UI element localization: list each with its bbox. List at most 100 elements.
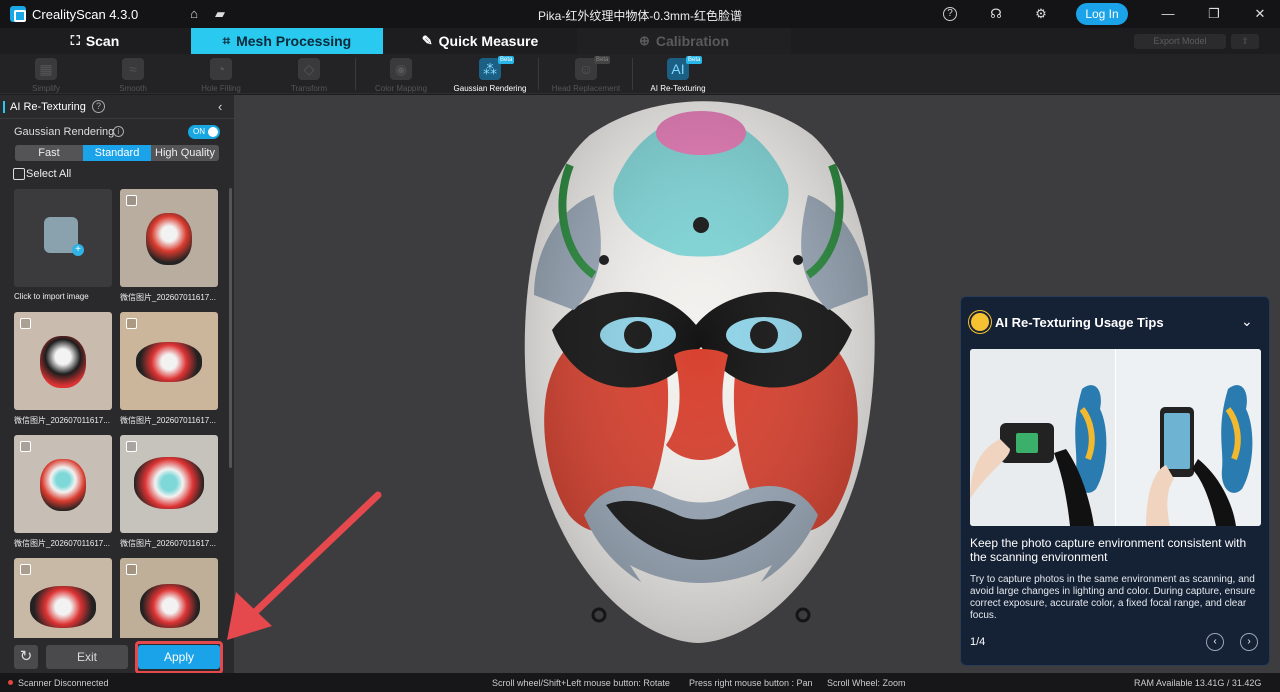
image-checkbox[interactable] xyxy=(20,318,31,329)
share-icon: ⇧ xyxy=(1241,36,1249,46)
app-window: CrealityScan 4.3.0 ⌂ ▰ Pika-红外纹理中物体-0.3m… xyxy=(0,0,1280,692)
quality-option-high-quality[interactable]: High Quality xyxy=(151,145,219,161)
image-checkbox[interactable] xyxy=(20,564,31,575)
image-caption: 微信图片_202607011617... xyxy=(120,539,216,548)
tool-strip: ▦ Simplify ≈ Smooth ◔ Hole Filling ◇ Transfo… xyxy=(0,54,1280,94)
export-model-button[interactable]: Export Model xyxy=(1134,34,1226,49)
folder-icon[interactable]: ▰ xyxy=(212,6,228,22)
image-thumbnail[interactable] xyxy=(120,312,218,410)
tips-illustration xyxy=(970,349,1261,526)
image-thumbnail[interactable] xyxy=(14,435,112,533)
quality-option-fast[interactable]: Fast xyxy=(15,145,83,161)
image-thumbnail[interactable] xyxy=(14,558,112,638)
close-icon[interactable]: ✕ xyxy=(1250,4,1270,24)
login-button[interactable]: Log In xyxy=(1076,3,1128,25)
tips-heading: Keep the photo capture environment consi… xyxy=(970,536,1247,564)
tab-label: Mesh Processing xyxy=(236,33,352,49)
beta-badge: Beta xyxy=(686,56,703,64)
import-caption: Click to import image xyxy=(14,292,89,301)
image-checkbox[interactable] xyxy=(126,441,137,452)
share-button[interactable]: ⇧ xyxy=(1231,34,1259,49)
tips-title: AI Re-Texturing Usage Tips xyxy=(995,315,1164,330)
main-tab-bar: ⛶ Scan ⌗ Mesh Processing ✎ Quick Measure ⊕ C… xyxy=(0,28,1280,54)
plus-icon: + xyxy=(72,244,84,256)
image-caption: 微信图片_202607011617... xyxy=(120,293,216,302)
tool-hole-filling[interactable]: ◔ Hole Filling xyxy=(175,54,267,94)
chevron-right-icon: › xyxy=(1247,636,1251,647)
headset-icon[interactable]: ☊ xyxy=(988,6,1004,22)
tab-mesh-processing[interactable]: ⌗ Mesh Processing xyxy=(191,28,383,54)
simplify-icon: ▦ xyxy=(35,58,57,80)
tips-prev-button[interactable]: ‹ xyxy=(1206,633,1224,651)
quality-option-standard[interactable]: Standard xyxy=(83,145,151,161)
tab-calibration[interactable]: ⊕ Calibration xyxy=(577,28,791,54)
hint-pan: Press right mouse button : Pan xyxy=(689,678,813,688)
status-indicator-icon xyxy=(8,680,13,685)
info-icon[interactable]: i xyxy=(113,126,124,137)
image-thumbnail[interactable] xyxy=(120,435,218,533)
palette-icon: ◉ xyxy=(390,58,412,80)
smooth-icon: ≈ xyxy=(122,58,144,80)
hole-fill-icon: ◔ xyxy=(210,58,232,80)
image-checkbox[interactable] xyxy=(126,318,137,329)
tool-label: AI Re-Texturing xyxy=(650,84,706,93)
tool-head-replacement[interactable]: ☺ Beta Head Replacement xyxy=(540,54,632,94)
tips-illustration-graphic xyxy=(970,349,1261,526)
image-caption: 微信图片_202607011617... xyxy=(14,416,110,425)
toolbar-divider xyxy=(538,58,539,90)
panel-header: AI Re-Texturing ? ‹ xyxy=(0,95,234,119)
tool-transform[interactable]: ◇ Transform xyxy=(263,54,355,94)
tool-color-mapping[interactable]: ◉ Color Mapping xyxy=(355,54,447,94)
tab-label: Quick Measure xyxy=(438,33,539,49)
import-image-tile[interactable]: + xyxy=(14,189,112,287)
tips-body: Try to capture photos in the same enviro… xyxy=(970,574,1256,621)
tab-quick-measure[interactable]: ✎ Quick Measure xyxy=(384,28,576,54)
scan-icon: ⛶ xyxy=(70,33,80,48)
maximize-icon[interactable]: ❐ xyxy=(1204,4,1224,24)
tool-label: Hole Filling xyxy=(201,84,241,93)
image-caption: 微信图片_202607011617... xyxy=(14,539,110,548)
scrollbar[interactable] xyxy=(229,188,232,468)
select-all-checkbox[interactable] xyxy=(13,168,25,180)
chevron-left-icon: ‹ xyxy=(1213,636,1217,647)
usage-tips-card: AI Re-Texturing Usage Tips ⌄ Keep the ph… xyxy=(960,296,1270,666)
exit-button[interactable]: Exit xyxy=(46,645,128,669)
image-thumbnail[interactable] xyxy=(120,189,218,287)
tab-scan[interactable]: ⛶ Scan xyxy=(0,28,190,54)
ai-retexturing-panel: AI Re-Texturing ? ‹ Gaussian Rendering i… xyxy=(0,95,234,674)
home-icon[interactable]: ⌂ xyxy=(186,6,202,22)
tips-page-indicator: 1/4 xyxy=(970,636,986,648)
gear-icon[interactable]: ⚙ xyxy=(1033,6,1049,22)
help-icon[interactable]: ? xyxy=(92,100,105,113)
image-checkbox[interactable] xyxy=(20,441,31,452)
cube-icon: ◇ xyxy=(298,58,320,80)
tool-smooth[interactable]: ≈ Smooth xyxy=(87,54,179,94)
image-grid: + Click to import image 微信图片_20260701161… xyxy=(0,188,226,638)
chevron-left-icon[interactable]: ‹ xyxy=(218,99,222,114)
tool-label: Gaussian Rendering xyxy=(453,84,527,93)
gaussian-rendering-toggle[interactable]: ON xyxy=(188,125,220,139)
toggle-knob xyxy=(208,127,218,137)
tool-label: Simplify xyxy=(31,84,60,93)
tool-ai-retexturing[interactable]: AI Beta AI Re-Texturing xyxy=(632,54,724,94)
ram-available: RAM Available 13.41G / 31.42G xyxy=(1134,678,1262,688)
image-thumbnail[interactable] xyxy=(14,312,112,410)
tool-gaussian-rendering[interactable]: ⁂ Beta Gaussian Rendering xyxy=(444,54,536,94)
beta-badge: Beta xyxy=(498,56,515,64)
select-all-label[interactable]: Select All xyxy=(26,168,71,180)
tool-simplify[interactable]: ▦ Simplify xyxy=(0,54,92,94)
quality-selector: Fast Standard High Quality xyxy=(15,145,219,161)
toggle-text: ON xyxy=(193,127,205,136)
minimize-icon[interactable]: — xyxy=(1158,4,1178,24)
tool-label: Color Mapping xyxy=(374,84,428,93)
image-checkbox[interactable] xyxy=(126,564,137,575)
refresh-button[interactable]: ↻ xyxy=(14,645,38,669)
crop-icon: ⌗ xyxy=(222,33,231,48)
panel-title: AI Re-Texturing xyxy=(10,101,86,113)
chevron-down-icon[interactable]: ⌄ xyxy=(1241,313,1253,330)
tips-next-button[interactable]: › xyxy=(1240,633,1258,651)
image-checkbox[interactable] xyxy=(126,195,137,206)
beta-badge: Beta xyxy=(594,56,611,64)
help-circle-icon[interactable]: ? xyxy=(943,7,957,21)
image-thumbnail[interactable] xyxy=(120,558,218,638)
